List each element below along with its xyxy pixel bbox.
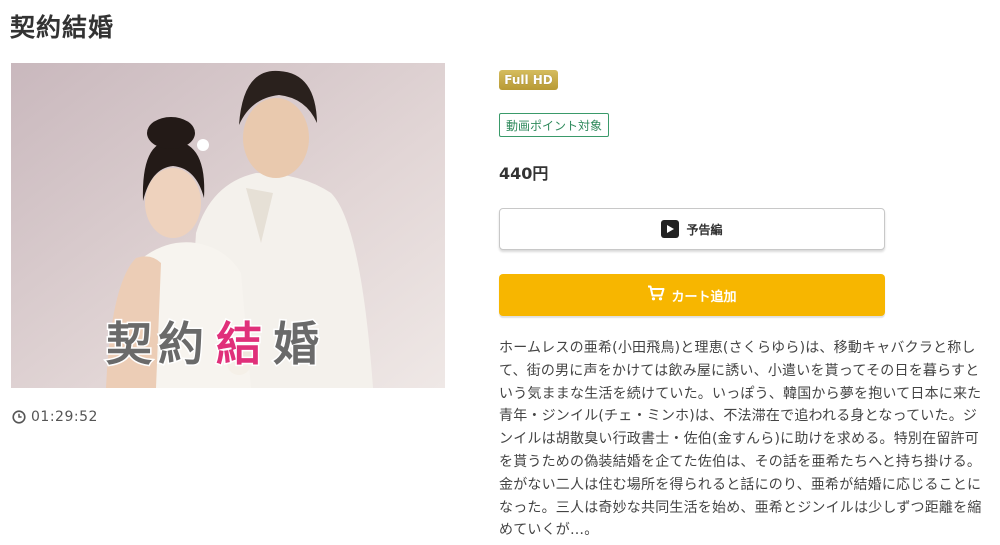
duration-value: 01:29:52 bbox=[31, 409, 98, 425]
cart-icon bbox=[647, 285, 665, 305]
trailer-button[interactable]: 予告編 bbox=[499, 208, 885, 250]
full-hd-badge: Full HD bbox=[499, 70, 558, 90]
duration: 01:29:52 bbox=[12, 409, 98, 425]
page-title: 契約結婚 bbox=[10, 13, 115, 42]
thumbnail-title-part-3: 婚 bbox=[273, 317, 319, 371]
thumbnail-title-part-2: 結 bbox=[216, 317, 262, 371]
synopsis: ホームレスの亜希(小田飛鳥)と理恵(さくらゆら)は、移動キャバクラと称して、街の… bbox=[499, 340, 982, 539]
clock-icon bbox=[12, 410, 26, 424]
thumbnail-title-part-1: 契約 bbox=[106, 317, 210, 371]
price: 440円 bbox=[499, 164, 549, 183]
trailer-button-label: 予告編 bbox=[686, 222, 723, 237]
add-to-cart-label: カート追加 bbox=[671, 289, 737, 305]
play-icon bbox=[661, 220, 680, 238]
thumbnail-artwork: 契約 結 婚 bbox=[11, 63, 445, 388]
add-to-cart-button[interactable]: カート追加 bbox=[499, 274, 885, 316]
point-eligible-badge: 動画ポイント対象 bbox=[499, 113, 610, 137]
video-thumbnail[interactable]: 契約 結 婚 bbox=[11, 63, 445, 388]
